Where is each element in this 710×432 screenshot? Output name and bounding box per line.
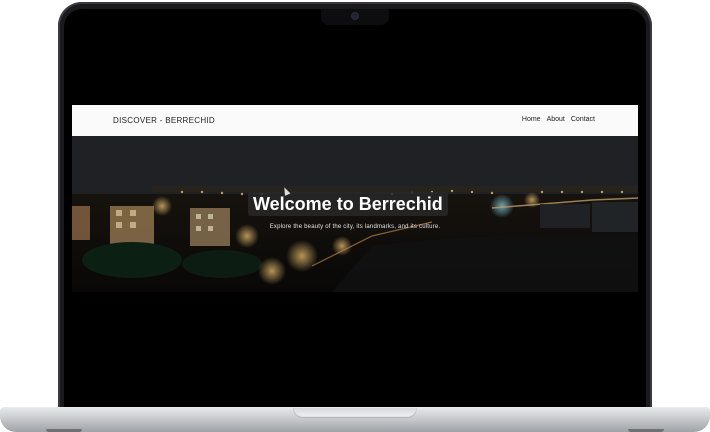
nav-links: Home About Contact (522, 116, 595, 123)
camera-notch (321, 9, 389, 25)
site-brand[interactable]: DISCOVER - BERRECHID (113, 116, 215, 125)
hero-banner: Welcome to Berrechid Explore the beauty … (72, 136, 638, 292)
webcam-icon (352, 13, 358, 19)
nav-home-link[interactable]: Home (522, 116, 541, 123)
lid-opening-notch (293, 408, 417, 418)
site-navbar: DISCOVER - BERRECHID Home About Contact (72, 105, 638, 137)
nav-about-link[interactable]: About (547, 116, 565, 123)
website-page: DISCOVER - BERRECHID Home About Contact (72, 105, 638, 292)
hero-title: Welcome to Berrechid (248, 192, 448, 216)
hero-subtitle: Explore the beauty of the city, its land… (269, 224, 441, 230)
nav-contact-link[interactable]: Contact (571, 116, 595, 123)
laptop-screen: DISCOVER - BERRECHID Home About Contact (64, 9, 646, 410)
